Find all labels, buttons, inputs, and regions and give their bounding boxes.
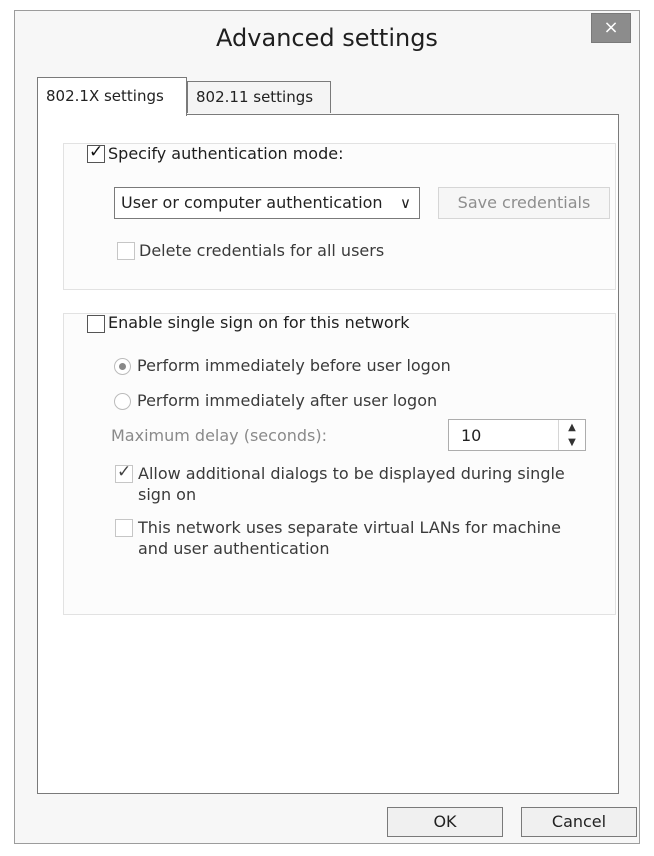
separate-vlans-checkbox[interactable]	[115, 519, 133, 537]
close-button[interactable]: ×	[591, 13, 631, 43]
separate-vlans-label: This network uses separate virtual LANs …	[138, 518, 562, 558]
allow-dialogs-checkbox[interactable]	[115, 462, 133, 483]
specify-auth-mode-label: Specify authentication mode:	[108, 144, 344, 163]
auth-mode-selected-value: User or computer authentication	[121, 193, 383, 212]
radio-perform-before-logon[interactable]	[114, 358, 131, 375]
enable-sso-checkbox[interactable]	[87, 315, 105, 333]
delete-credentials-label: Delete credentials for all users	[139, 241, 385, 260]
spin-up-icon[interactable]: ▲	[559, 420, 585, 435]
spin-down-icon[interactable]: ▼	[559, 435, 585, 450]
enable-sso-label: Enable single sign on for this network	[108, 313, 410, 332]
advanced-settings-dialog: Advanced settings × 802.1X settings 802.…	[14, 10, 640, 844]
max-delay-value: 10	[461, 426, 482, 445]
spinner-arrows[interactable]: ▲ ▼	[558, 420, 585, 450]
specify-auth-mode-checkbox[interactable]	[87, 142, 105, 163]
close-icon: ×	[603, 17, 619, 38]
dialog-title: Advanced settings	[216, 24, 438, 52]
tab-802-11-settings[interactable]: 802.11 settings	[187, 81, 331, 113]
title-bar: Advanced settings ×	[15, 11, 639, 67]
delete-credentials-checkbox[interactable]	[117, 242, 135, 260]
cancel-button[interactable]: Cancel	[521, 807, 637, 837]
ok-button[interactable]: OK	[387, 807, 503, 837]
max-delay-spinner[interactable]: 10 ▲ ▼	[448, 419, 586, 451]
perform-after-logon-label: Perform immediately after user logon	[137, 391, 438, 410]
tab-panel-802-1x: Specify authentication mode: User or com…	[37, 114, 619, 794]
allow-dialogs-label: Allow additional dialogs to be displayed…	[138, 464, 565, 504]
auth-mode-dropdown[interactable]: User or computer authentication ∨	[114, 187, 420, 219]
save-credentials-button[interactable]: Save credentials	[438, 187, 610, 219]
chevron-down-icon: ∨	[400, 194, 411, 212]
max-delay-label: Maximum delay (seconds):	[111, 426, 327, 445]
perform-before-logon-label: Perform immediately before user logon	[137, 356, 451, 375]
radio-perform-after-logon[interactable]	[114, 393, 131, 410]
tab-802-1x-settings[interactable]: 802.1X settings	[37, 77, 187, 116]
